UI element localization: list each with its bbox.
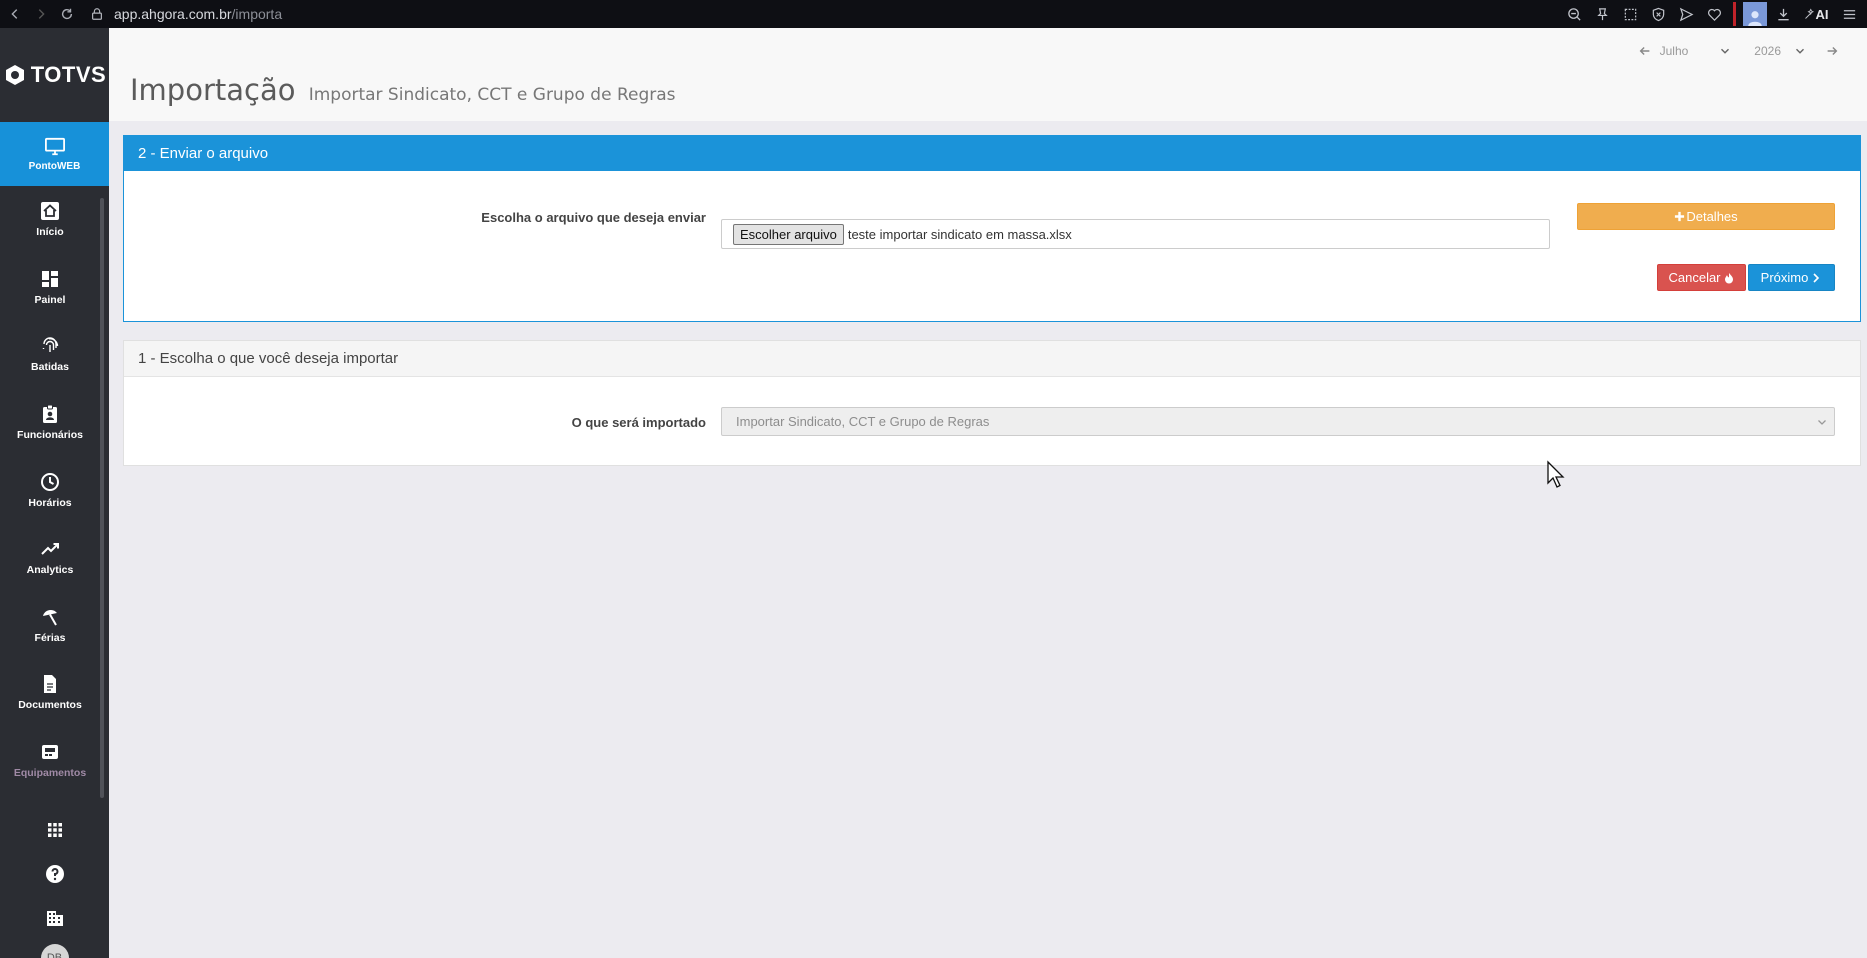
user-avatar[interactable]: DB bbox=[40, 944, 69, 958]
page-title-text: Importação bbox=[130, 73, 296, 107]
badge-icon bbox=[43, 404, 57, 424]
zoom-out-icon[interactable] bbox=[1562, 2, 1586, 26]
sidebar-item-inicio[interactable]: Início bbox=[0, 186, 100, 254]
sidebar-item-label: Painel bbox=[34, 293, 66, 306]
sidebar-item-label: Funcionários bbox=[17, 429, 83, 442]
reload-icon[interactable] bbox=[56, 3, 78, 25]
send-icon[interactable] bbox=[1674, 2, 1698, 26]
sidebar-item-label: Documentos bbox=[18, 699, 82, 712]
period-selector: Julho 2026 bbox=[1638, 44, 1839, 58]
sidebar-item-batidas[interactable]: Batidas bbox=[0, 321, 100, 389]
logo[interactable]: TOTVS bbox=[0, 28, 109, 122]
sidebar-item-equipamentos[interactable]: Equipamentos bbox=[0, 727, 100, 795]
year-select[interactable]: 2026 bbox=[1754, 44, 1807, 58]
browser-toolbar: app.ahgora.com.br/importa AI bbox=[0, 0, 1867, 28]
sidebar-item-funcionarios[interactable]: Funcionários bbox=[0, 389, 100, 457]
upload-panel: 2 - Enviar o arquivo Escolha o arquivo q… bbox=[123, 135, 1861, 322]
sidebar-item-label: Início bbox=[36, 226, 64, 239]
file-label: Escolha o arquivo que deseja enviar bbox=[481, 210, 706, 225]
help-icon[interactable] bbox=[0, 852, 109, 896]
panel-heading: 2 - Enviar o arquivo bbox=[124, 136, 1860, 171]
year-value: 2026 bbox=[1754, 44, 1781, 58]
cancel-button-label: Cancelar bbox=[1668, 270, 1721, 285]
ai-label: AI bbox=[1815, 6, 1829, 22]
month-value: Julho bbox=[1659, 44, 1689, 58]
download-icon[interactable] bbox=[1771, 2, 1795, 26]
profile-avatar-icon[interactable] bbox=[1743, 2, 1767, 26]
sidebar-item-label: Equipamentos bbox=[13, 767, 87, 780]
import-type-panel: 1 - Escolha o que você deseja importar O… bbox=[123, 340, 1861, 466]
sidebar-item-label: PontoWEB bbox=[28, 160, 81, 172]
pin-icon[interactable] bbox=[1590, 2, 1614, 26]
details-button[interactable]: Detalhes bbox=[1577, 203, 1835, 230]
sidebar-scrollbar[interactable] bbox=[100, 198, 104, 798]
page-title: Importação Importar Sindicato, CCT e Gru… bbox=[130, 73, 676, 107]
sidebar-item-ferias[interactable]: Férias bbox=[0, 592, 100, 660]
monitor-icon bbox=[44, 137, 65, 155]
page-header: Importação Importar Sindicato, CCT e Gru… bbox=[109, 28, 1867, 121]
address-bar[interactable]: app.ahgora.com.br/importa bbox=[90, 6, 282, 22]
file-name: teste importar sindicato em massa.xlsx bbox=[847, 226, 1072, 242]
mouse-cursor-icon bbox=[1547, 460, 1565, 488]
arrow-left-icon[interactable] bbox=[1638, 44, 1652, 58]
trending-icon bbox=[41, 543, 59, 555]
company-building-icon[interactable] bbox=[0, 896, 109, 940]
chevron-down-icon bbox=[1796, 48, 1804, 54]
heart-icon[interactable] bbox=[1702, 2, 1726, 26]
ai-button[interactable]: AI bbox=[1799, 2, 1833, 26]
screenshot-icon[interactable] bbox=[1618, 2, 1642, 26]
device-icon bbox=[42, 745, 58, 760]
shield-icon[interactable] bbox=[1646, 2, 1670, 26]
sidebar: TOTVS PontoWEB Início Painel Batidas Fun… bbox=[0, 28, 109, 958]
sidebar-item-documentos[interactable]: Documentos bbox=[0, 659, 100, 727]
page-subtitle: Importar Sindicato, CCT e Grupo de Regra… bbox=[308, 85, 676, 105]
import-type-label: O que será importado bbox=[571, 415, 706, 430]
details-button-label: Detalhes bbox=[1686, 209, 1738, 224]
totvs-logo-icon bbox=[5, 65, 24, 85]
plus-icon bbox=[1675, 211, 1685, 222]
arrow-right-icon[interactable] bbox=[1825, 44, 1839, 58]
forward-icon[interactable] bbox=[30, 3, 52, 25]
beach-umbrella-icon bbox=[43, 609, 57, 626]
chevron-down-icon bbox=[1818, 420, 1826, 425]
back-icon[interactable] bbox=[4, 3, 26, 25]
fire-icon bbox=[1724, 272, 1733, 283]
sidebar-item-analytics[interactable]: Analytics bbox=[0, 524, 100, 592]
import-type-value: Importar Sindicato, CCT e Grupo de Regra… bbox=[736, 414, 990, 429]
sidebar-item-label: Batidas bbox=[31, 361, 69, 374]
cancel-button[interactable]: Cancelar bbox=[1657, 264, 1746, 291]
sidebar-item-pontoweb[interactable]: PontoWEB bbox=[0, 122, 109, 186]
home-icon bbox=[41, 202, 59, 221]
url-path: /importa bbox=[231, 6, 283, 22]
sidebar-item-painel[interactable]: Painel bbox=[0, 254, 100, 322]
logo-text: TOTVS bbox=[30, 62, 107, 87]
lock-icon bbox=[92, 8, 102, 20]
chevron-right-icon bbox=[1813, 272, 1820, 283]
month-select[interactable]: Julho bbox=[1660, 44, 1733, 58]
menu-icon[interactable] bbox=[1837, 2, 1861, 26]
next-button[interactable]: Próximo bbox=[1748, 264, 1835, 291]
dashboard-icon bbox=[42, 270, 58, 287]
sidebar-item-horarios[interactable]: Horários bbox=[0, 456, 100, 524]
import-type-select[interactable]: Importar Sindicato, CCT e Grupo de Regra… bbox=[721, 407, 1835, 436]
divider bbox=[1733, 2, 1736, 26]
panel-heading: 1 - Escolha o que você deseja importar bbox=[124, 341, 1860, 377]
sidebar-item-label: Analytics bbox=[26, 564, 74, 577]
next-button-label: Próximo bbox=[1760, 270, 1809, 285]
sidebar-item-label: Férias bbox=[34, 631, 66, 644]
url-host: app.ahgora.com.br bbox=[114, 6, 232, 22]
clock-icon bbox=[41, 472, 59, 491]
choose-file-button[interactable]: Escolher arquivo bbox=[733, 223, 844, 245]
document-icon bbox=[44, 675, 56, 694]
sidebar-item-label: Horários bbox=[28, 496, 72, 509]
apps-grid-icon[interactable] bbox=[0, 808, 109, 852]
fingerprint-icon bbox=[42, 337, 59, 353]
chevron-down-icon bbox=[1721, 48, 1730, 54]
file-input[interactable]: Escolher arquivo teste importar sindicat… bbox=[721, 219, 1550, 249]
